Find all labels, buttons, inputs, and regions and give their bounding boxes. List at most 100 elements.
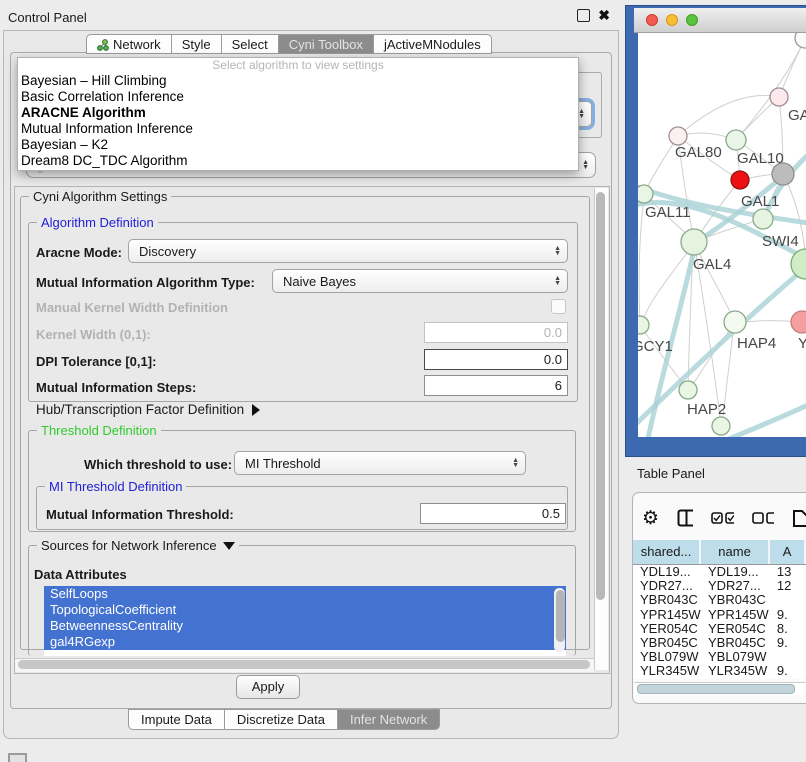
dropdown-item-mutual-information-inference[interactable]: Mutual Information Inference <box>18 121 578 137</box>
column-header-name[interactable]: name <box>701 540 770 564</box>
network-node[interactable] <box>731 171 749 189</box>
network-node-gal11[interactable] <box>638 185 653 203</box>
tab-jactivemnodules[interactable]: jActiveMNodules <box>374 34 492 54</box>
which-threshold-combobox[interactable]: MI Threshold ▲▼ <box>234 451 526 475</box>
dropdown-item-bayesian-k2[interactable]: Bayesian – K2 <box>18 137 578 153</box>
attribute-item-selfloops[interactable]: SelfLoops <box>44 586 566 602</box>
table-horizontal-scrollbar-thumb[interactable] <box>637 684 795 694</box>
manual-kernel-checkbox[interactable] <box>551 299 566 314</box>
network-node-gal80[interactable] <box>669 127 687 145</box>
network-node-gcy1[interactable] <box>638 316 649 334</box>
table-cell: YBR043C <box>701 593 770 607</box>
network-edge <box>639 196 644 323</box>
algorithm-definition-title: Algorithm Definition <box>37 215 158 230</box>
network-node-gal[interactable] <box>770 88 788 106</box>
mi-threshold-field[interactable]: 0.5 <box>420 503 566 524</box>
network-node-gal10[interactable] <box>726 130 746 150</box>
table-cell: YBR045C <box>633 636 701 650</box>
table-row[interactable]: YDL19...YDL19...13 <box>633 565 806 579</box>
float-window-icon[interactable] <box>577 9 590 22</box>
dropdown-item-aracne-algorithm[interactable]: ARACNE Algorithm <box>18 105 578 121</box>
table-cell: YBR045C <box>701 636 770 650</box>
tab-select[interactable]: Select <box>222 34 279 54</box>
list-scrollbar-thumb[interactable] <box>556 590 565 642</box>
expand-right-icon[interactable] <box>252 404 260 416</box>
attribute-item-topologicalcoefficient[interactable]: TopologicalCoefficient <box>44 602 566 618</box>
network-canvas[interactable]: GALGAL80GAL10GAL11GAL1GAL4SWI4GCY1HAP4YH… <box>638 33 806 437</box>
deselect-all-checkboxes-icon[interactable] <box>752 512 774 524</box>
close-icon[interactable]: ✖ <box>598 10 610 21</box>
settings-vertical-scrollbar-thumb[interactable] <box>596 192 605 600</box>
table-row[interactable]: YBL079WYBL079W <box>633 650 806 664</box>
dropdown-item-basic-correlation-inference[interactable]: Basic Correlation Inference <box>18 89 578 105</box>
column-header-a[interactable]: A <box>770 540 806 564</box>
data-attributes-label: Data Attributes <box>34 568 127 582</box>
table-row[interactable]: YIL052CYIL052C9. <box>633 679 806 680</box>
minimize-traffic-light-icon[interactable] <box>666 14 678 26</box>
network-node[interactable] <box>772 163 794 185</box>
network-node-hap4[interactable] <box>724 311 746 333</box>
table-row[interactable]: YPR145WYPR145W9. <box>633 608 806 622</box>
zoom-traffic-light-icon[interactable] <box>686 14 698 26</box>
split-columns-icon[interactable] <box>677 509 693 527</box>
select-all-checkboxes-icon[interactable] <box>711 512 733 524</box>
network-node[interactable] <box>712 417 730 435</box>
combo-arrows-icon: ▲▼ <box>512 458 519 468</box>
gear-icon[interactable]: ⚙ <box>642 509 659 528</box>
table-cell: YER054C <box>701 622 770 636</box>
network-window-titlebar[interactable] <box>634 8 806 33</box>
table-cell: YPR145W <box>701 608 770 622</box>
network-node-y[interactable] <box>791 311 806 333</box>
tab-style[interactable]: Style <box>172 34 222 54</box>
aracne-mode-combobox[interactable]: Discovery ▲▼ <box>128 239 568 263</box>
collapse-down-icon[interactable] <box>223 542 235 550</box>
tab-impute-data[interactable]: Impute Data <box>128 709 225 730</box>
table-cell: YIL052C <box>633 679 701 680</box>
dpi-tolerance-field[interactable]: 0.0 <box>424 349 568 370</box>
column-header-shared[interactable]: shared... <box>633 540 701 564</box>
dropdown-prompt: Select algorithm to view settings <box>18 58 578 73</box>
mi-steps-field[interactable]: 6 <box>424 375 568 396</box>
settings-horizontal-scrollbar-thumb[interactable] <box>18 660 590 669</box>
table-cell: 9. <box>770 679 806 680</box>
table-cell: 9. <box>770 664 806 678</box>
dropdown-item-dream8-dc-tdc-algorithm[interactable]: Dream8 DC_TDC Algorithm <box>18 153 578 169</box>
kernel-width-field[interactable]: 0.0 <box>424 322 568 343</box>
table-cell: 9. <box>770 608 806 622</box>
network-edge <box>678 95 779 136</box>
table-cell: YLR345W <box>633 664 701 678</box>
tab-discretize-data[interactable]: Discretize Data <box>225 709 338 730</box>
table-cell <box>770 593 806 607</box>
table-cell: YBR043C <box>633 593 701 607</box>
tab-network[interactable]: Network <box>86 34 172 54</box>
sources-group-title[interactable]: Sources for Network Inference <box>37 538 239 553</box>
tab-infer-network[interactable]: Infer Network <box>338 709 440 730</box>
data-attributes-list[interactable]: SelfLoopsTopologicalCoefficientBetweenne… <box>44 586 566 656</box>
network-node[interactable] <box>795 33 806 48</box>
dropdown-item-bayesian-hill-climbing[interactable]: Bayesian – Hill Climbing <box>18 73 578 89</box>
tab-cyni-toolbox[interactable]: Cyni Toolbox <box>279 34 374 54</box>
mi-threshold-label: Mutual Information Threshold: <box>46 508 234 522</box>
table-row[interactable]: YBR043CYBR043C <box>633 593 806 607</box>
hub-definition-section[interactable]: Hub/Transcription Factor Definition <box>36 403 260 417</box>
table-row[interactable]: YDR27...YDR27...12 <box>633 579 806 593</box>
attribute-item-gal4rgexp[interactable]: gal4RGexp <box>44 634 566 650</box>
close-traffic-light-icon[interactable] <box>646 14 658 26</box>
node-table[interactable]: shared...nameA YDL19...YDL19...13YDR27..… <box>633 540 806 679</box>
node-label-gal1: GAL1 <box>741 193 779 210</box>
network-edge <box>644 136 678 194</box>
attribute-item-betweennesscentrality[interactable]: BetweennessCentrality <box>44 618 566 634</box>
mi-type-combobox[interactable]: Naive Bayes ▲▼ <box>272 269 568 293</box>
which-threshold-value: MI Threshold <box>245 456 321 471</box>
apply-button[interactable]: Apply <box>236 675 300 699</box>
network-node-gal4[interactable] <box>681 229 707 255</box>
new-document-icon[interactable] <box>792 509 806 527</box>
node-label-gal4: GAL4 <box>693 256 731 273</box>
table-row[interactable]: YLR345WYLR345W9. <box>633 664 806 678</box>
network-node-gal1[interactable] <box>753 209 773 229</box>
docked-panel-icon[interactable] <box>8 753 27 762</box>
network-node-hap2[interactable] <box>679 381 697 399</box>
table-row[interactable]: YER054CYER054C8. <box>633 622 806 636</box>
table-row[interactable]: YBR045CYBR045C9. <box>633 636 806 650</box>
algorithm-dropdown-popup: Select algorithm to view settings Bayesi… <box>17 57 579 171</box>
